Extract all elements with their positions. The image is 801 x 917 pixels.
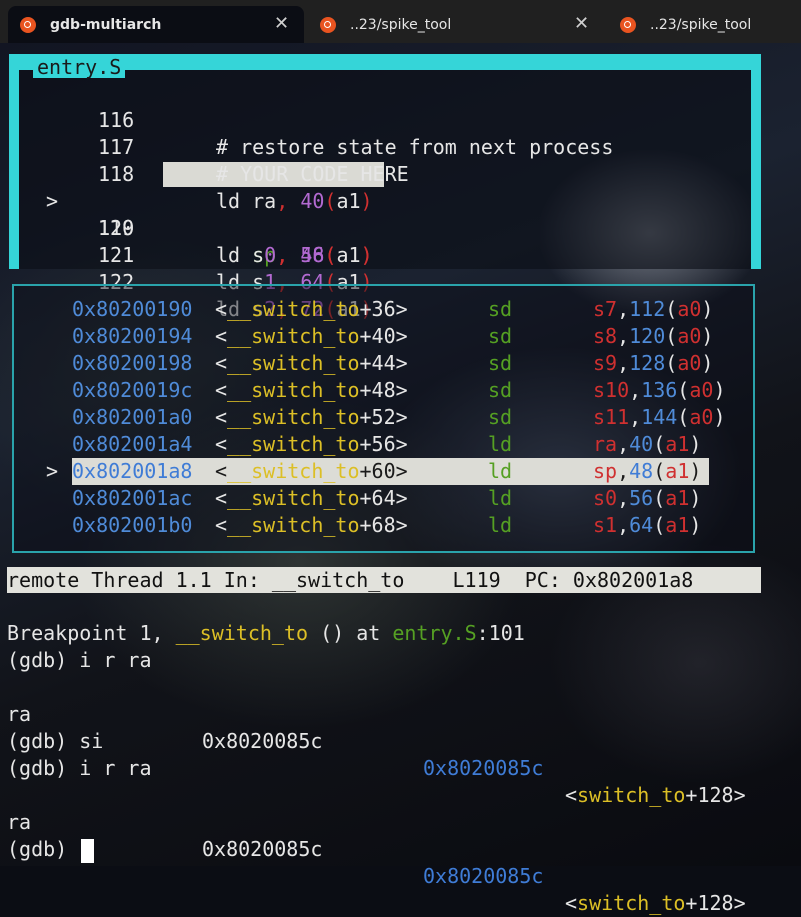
source-line: 116 # restore state from next process	[98, 108, 614, 159]
text-cursor	[81, 838, 95, 863]
source-line: 120 ld s0, 56(a1)	[98, 216, 373, 267]
close-icon[interactable]: ✕	[574, 13, 589, 34]
source-pane-title: entry.S	[33, 56, 126, 78]
tab-bar: gdb-multiarch ✕ ..23/spike_tool ✕ ..23/s…	[0, 0, 801, 43]
close-icon[interactable]: ✕	[274, 13, 289, 34]
console-command: (gdb) i r ra	[7, 756, 152, 780]
source-line-current: > 119 ld sp, 48(a1)	[46, 189, 373, 267]
ubuntu-icon	[620, 16, 636, 33]
tab-title: ..23/spike_tool	[650, 16, 752, 33]
console-command: (gdb) i r ra	[7, 648, 152, 672]
register-output: ra 0x8020085c 0x8020085c <switch_to+128>	[7, 702, 746, 807]
tab-spike-tool-2[interactable]: ..23/spike_tool	[612, 6, 801, 43]
status-bar: remote Thread 1.1 In: __switch_to L119 P…	[7, 567, 761, 593]
console-prompt[interactable]: (gdb)	[7, 836, 95, 863]
source-line: 118 ld ra, 40(a1)	[98, 162, 373, 213]
source-line: 121 ld s1, 64(a1)	[98, 243, 373, 294]
breakpoint-message: Breakpoint 1, __switch_to () at entry.S:…	[7, 621, 525, 645]
ubuntu-icon	[20, 16, 36, 33]
console-command: (gdb) si	[7, 729, 104, 753]
source-line: 122 ld s2, 72(a1)	[98, 270, 373, 321]
tab-spike-tool-1[interactable]: ..23/spike_tool ✕	[312, 6, 608, 43]
tab-title: gdb-multiarch	[50, 16, 162, 33]
tab-title: ..23/spike_tool	[350, 16, 452, 33]
tab-gdb-multiarch[interactable]: gdb-multiarch ✕	[8, 6, 304, 43]
source-line: 117 # YOUR CODE HERE	[98, 135, 409, 186]
ubuntu-icon	[320, 16, 336, 33]
register-output: ra 0x8020085c 0x8020085c <switch_to+128>	[7, 810, 746, 915]
